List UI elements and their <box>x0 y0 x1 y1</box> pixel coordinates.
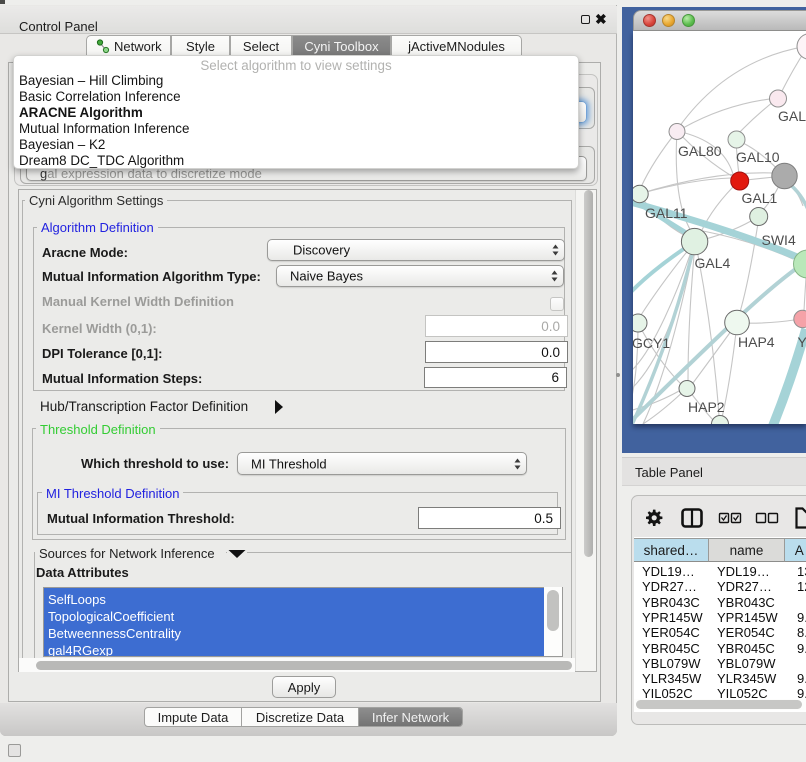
svg-text:GCY1: GCY1 <box>633 335 670 351</box>
svg-text:GAL80: GAL80 <box>678 143 722 159</box>
svg-text:SWI4: SWI4 <box>762 232 796 248</box>
svg-text:GAL1: GAL1 <box>742 190 778 206</box>
svg-text:YE: YE <box>798 334 806 350</box>
svg-text:GAL11: GAL11 <box>645 205 688 221</box>
svg-text:HAP4: HAP4 <box>738 334 775 350</box>
svg-text:GAL10: GAL10 <box>736 149 780 165</box>
svg-text:GAL7: GAL7 <box>778 108 806 124</box>
svg-text:GAL4: GAL4 <box>695 255 731 271</box>
svg-text:HAP2: HAP2 <box>688 399 725 415</box>
